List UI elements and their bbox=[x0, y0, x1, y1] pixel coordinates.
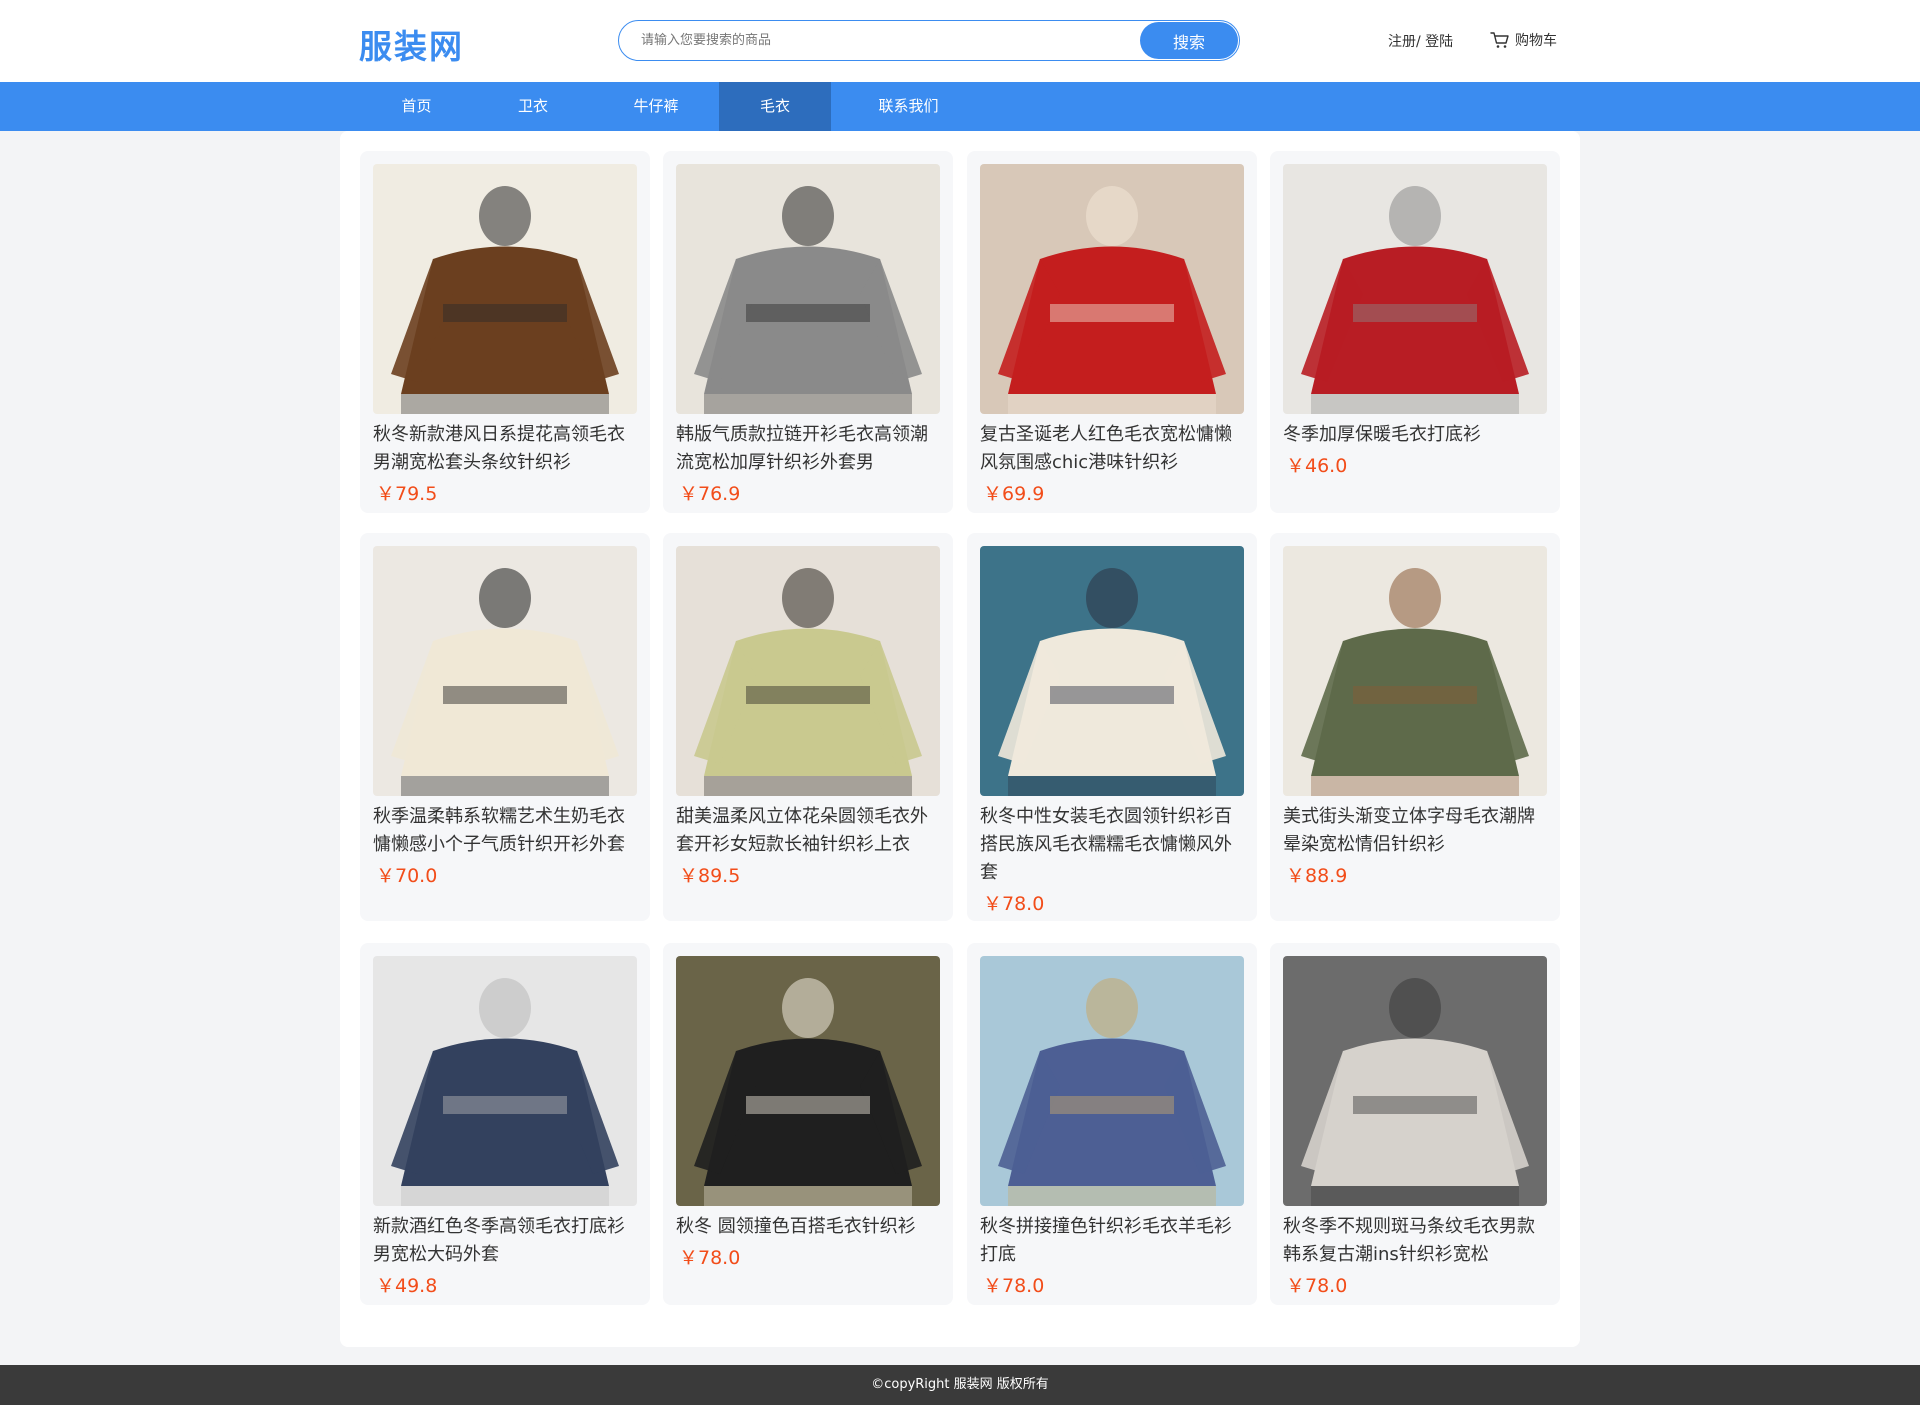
product-price: ￥89.5 bbox=[679, 865, 741, 887]
product-image bbox=[980, 956, 1244, 1206]
product-card[interactable]: 秋冬新款港风日系提花高领毛衣男潮宽松套头条纹针织衫 ￥79.5 bbox=[360, 151, 650, 513]
product-title: 秋冬 圆领撞色百搭毛衣针织衫 bbox=[676, 1216, 916, 1237]
product-title: 韩版气质款拉链开衫毛衣高领潮流宽松加厚针织衫外套男 bbox=[676, 424, 928, 473]
nav-item-sweaters[interactable]: 毛衣 bbox=[719, 82, 831, 131]
product-price: ￥88.9 bbox=[1286, 865, 1348, 887]
product-image bbox=[1283, 956, 1547, 1206]
footer-copyright: ©copyRight 服装网 版权所有 bbox=[0, 1365, 1920, 1405]
product-image bbox=[980, 164, 1244, 414]
product-price: ￥78.0 bbox=[983, 1275, 1045, 1297]
product-price: ￥49.8 bbox=[376, 1275, 438, 1297]
product-price: ￥79.5 bbox=[376, 483, 438, 505]
search-button[interactable]: 搜索 bbox=[1140, 22, 1238, 59]
product-title: 冬季加厚保暖毛衣打底衫 bbox=[1283, 424, 1481, 445]
search-input[interactable] bbox=[619, 21, 1140, 60]
main-nav: 首页 卫衣 牛仔裤 毛衣 联系我们 bbox=[0, 82, 1920, 131]
product-title: 复古圣诞老人红色毛衣宽松慵懒风氛围感chic港味针织衫 bbox=[980, 424, 1232, 473]
product-image bbox=[676, 164, 940, 414]
product-image bbox=[676, 956, 940, 1206]
product-price: ￥78.0 bbox=[983, 893, 1045, 915]
register-login-link[interactable]: 注册/ 登陆 bbox=[1388, 31, 1453, 51]
product-image bbox=[373, 546, 637, 796]
product-image bbox=[980, 546, 1244, 796]
product-image bbox=[1283, 164, 1547, 414]
product-image bbox=[373, 956, 637, 1206]
product-price: ￥78.0 bbox=[679, 1247, 741, 1269]
product-price: ￥69.9 bbox=[983, 483, 1045, 505]
header: 服装网 搜索 注册/ 登陆 购物车 bbox=[0, 0, 1920, 82]
search-bar: 搜索 bbox=[618, 20, 1240, 61]
product-card[interactable]: 复古圣诞老人红色毛衣宽松慵懒风氛围感chic港味针织衫 ￥69.9 bbox=[967, 151, 1257, 513]
product-title: 秋季温柔韩系软糯艺术生奶毛衣慵懒感小个子气质针织开衫外套 bbox=[373, 806, 625, 855]
product-card[interactable]: 秋冬拼接撞色针织衫毛衣羊毛衫打底 ￥78.0 bbox=[967, 943, 1257, 1305]
product-price: ￥76.9 bbox=[679, 483, 741, 505]
product-image bbox=[1283, 546, 1547, 796]
product-card[interactable]: 秋冬中性女装毛衣圆领针织衫百搭民族风毛衣糯糯毛衣慵懒风外套 ￥78.0 bbox=[967, 533, 1257, 921]
product-price: ￥78.0 bbox=[1286, 1275, 1348, 1297]
product-card[interactable]: 秋冬 圆领撞色百搭毛衣针织衫 ￥78.0 bbox=[663, 943, 953, 1305]
cart-icon bbox=[1490, 32, 1509, 48]
product-title: 秋冬新款港风日系提花高领毛衣男潮宽松套头条纹针织衫 bbox=[373, 424, 625, 473]
product-card[interactable]: 美式街头渐变立体字母毛衣潮牌晕染宽松情侣针织衫 ￥88.9 bbox=[1270, 533, 1560, 921]
site-logo[interactable]: 服装网 bbox=[359, 20, 464, 68]
product-grid: 秋冬新款港风日系提花高领毛衣男潮宽松套头条纹针织衫 ￥79.5 韩版气质款拉链开… bbox=[340, 131, 1580, 1347]
nav-item-contact[interactable]: 联系我们 bbox=[831, 82, 986, 131]
product-card[interactable]: 新款酒红色冬季高领毛衣打底衫男宽松大码外套 ￥49.8 bbox=[360, 943, 650, 1305]
product-card[interactable]: 秋冬季不规则斑马条纹毛衣男款韩系复古潮ins针织衫宽松 ￥78.0 bbox=[1270, 943, 1560, 1305]
nav-item-jeans[interactable]: 牛仔裤 bbox=[593, 82, 719, 131]
product-card[interactable]: 秋季温柔韩系软糯艺术生奶毛衣慵懒感小个子气质针织开衫外套 ￥70.0 bbox=[360, 533, 650, 921]
product-title: 新款酒红色冬季高领毛衣打底衫男宽松大码外套 bbox=[373, 1216, 625, 1265]
product-image bbox=[676, 546, 940, 796]
product-title: 甜美温柔风立体花朵圆领毛衣外套开衫女短款长袖针织衫上衣 bbox=[676, 806, 928, 855]
product-title: 秋冬季不规则斑马条纹毛衣男款韩系复古潮ins针织衫宽松 bbox=[1283, 1216, 1535, 1265]
nav-item-hoodies[interactable]: 卫衣 bbox=[473, 82, 593, 131]
cart-link[interactable]: 购物车 bbox=[1490, 30, 1557, 50]
product-card[interactable]: 韩版气质款拉链开衫毛衣高领潮流宽松加厚针织衫外套男 ￥76.9 bbox=[663, 151, 953, 513]
product-price: ￥70.0 bbox=[376, 865, 438, 887]
product-card[interactable]: 甜美温柔风立体花朵圆领毛衣外套开衫女短款长袖针织衫上衣 ￥89.5 bbox=[663, 533, 953, 921]
product-price: ￥46.0 bbox=[1286, 455, 1348, 477]
product-title: 秋冬拼接撞色针织衫毛衣羊毛衫打底 bbox=[980, 1216, 1232, 1265]
product-card[interactable]: 冬季加厚保暖毛衣打底衫 ￥46.0 bbox=[1270, 151, 1560, 513]
cart-label: 购物车 bbox=[1515, 33, 1557, 49]
nav-item-home[interactable]: 首页 bbox=[360, 82, 473, 131]
product-title: 美式街头渐变立体字母毛衣潮牌晕染宽松情侣针织衫 bbox=[1283, 806, 1535, 855]
product-image bbox=[373, 164, 637, 414]
product-title: 秋冬中性女装毛衣圆领针织衫百搭民族风毛衣糯糯毛衣慵懒风外套 bbox=[980, 806, 1232, 883]
